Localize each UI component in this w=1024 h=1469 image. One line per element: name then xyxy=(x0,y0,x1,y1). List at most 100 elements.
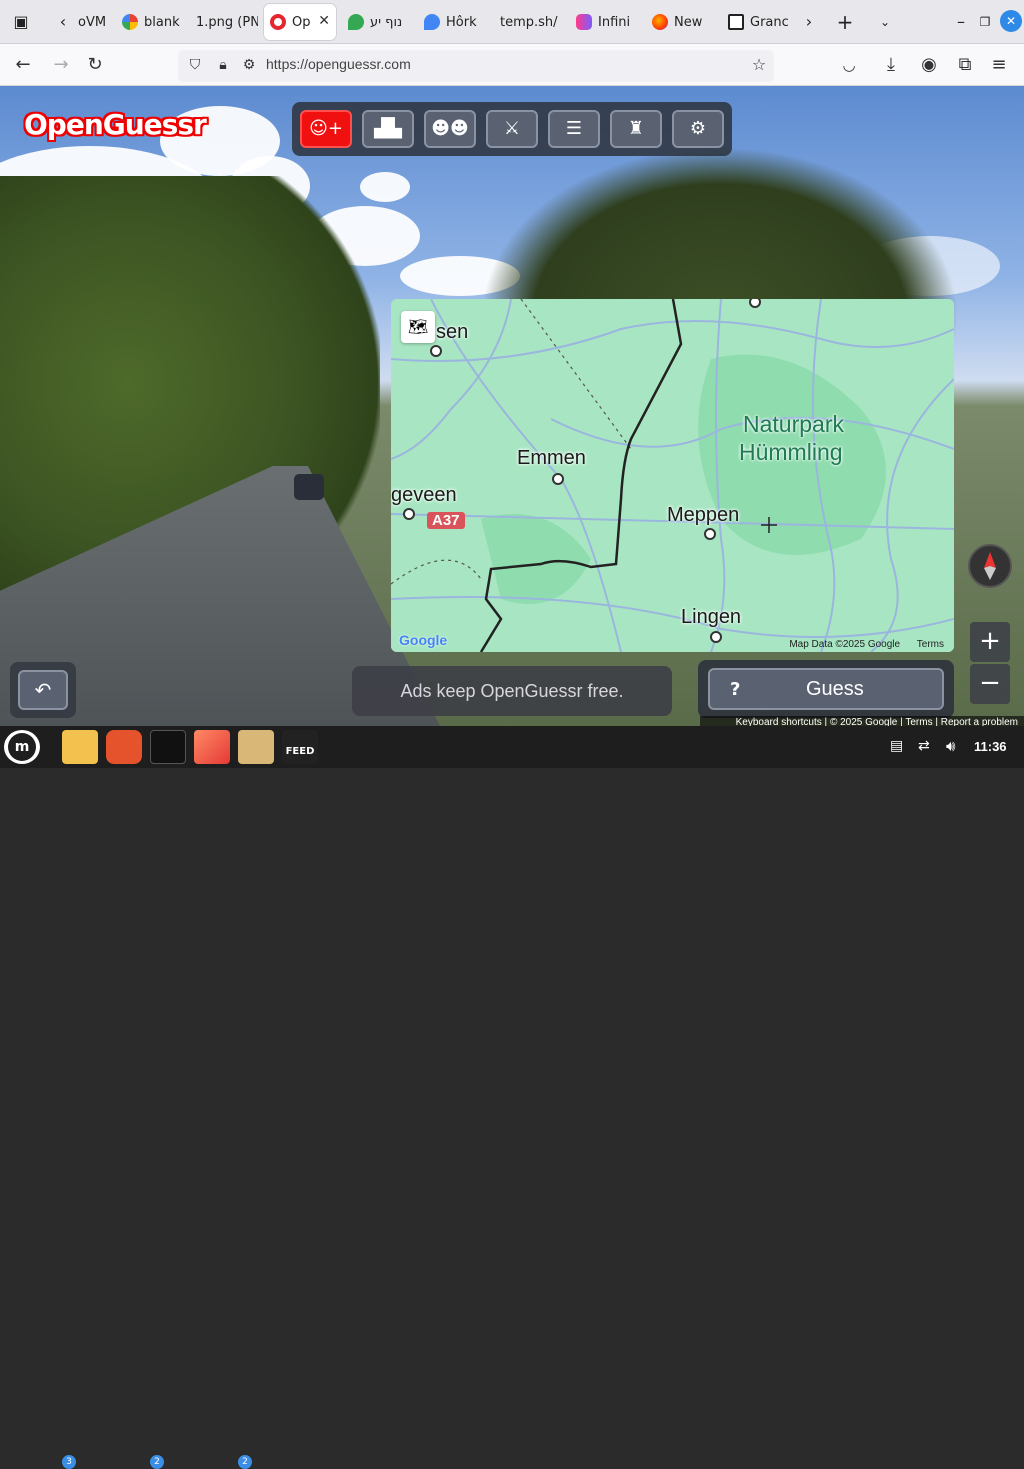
undo-arrow-icon: ↶ xyxy=(34,678,52,702)
map-label-huemmling: Hümmling xyxy=(739,439,843,465)
infinity-icon xyxy=(576,14,592,30)
settings-button[interactable]: ⚙ xyxy=(672,110,724,148)
close-tab-icon[interactable]: ✕ xyxy=(318,13,330,29)
map-label-sen: sen xyxy=(436,321,469,343)
permissions-icon[interactable]: ⚙ xyxy=(238,54,260,76)
map-icon: 🗺︎ xyxy=(407,317,429,336)
tab-granc[interactable]: Granc xyxy=(722,4,790,40)
tab-infini[interactable]: Infini xyxy=(570,4,644,40)
pocket-icon[interactable]: ◡ xyxy=(838,54,860,76)
feed-app-label: FEED xyxy=(285,746,315,757)
map-label-geveen: geveen xyxy=(391,484,457,506)
tab-blank[interactable]: blank xyxy=(116,4,184,40)
files-icon[interactable] xyxy=(62,730,98,764)
openguessr-logo[interactable]: OpenGuessr xyxy=(24,108,207,141)
archive-badge: 2 xyxy=(238,1455,252,1469)
tab-openguessr[interactable]: Op ✕ xyxy=(264,4,336,40)
friends-button[interactable]: ☻☻ xyxy=(424,110,476,148)
firefox-icon xyxy=(652,14,668,30)
zoom-in-button[interactable]: + xyxy=(970,622,1010,662)
tab-new[interactable]: New xyxy=(646,4,720,40)
tab-label: Infini xyxy=(598,14,631,30)
scroll-tabs-left-icon[interactable]: ‹ xyxy=(52,11,74,33)
volume-icon[interactable]: 🔊︎ xyxy=(946,737,955,755)
terminal-icon[interactable] xyxy=(150,730,186,764)
guess-label: Guess xyxy=(806,678,864,700)
add-player-button[interactable]: ☺+ xyxy=(300,110,352,148)
clock[interactable]: 11:36 xyxy=(974,739,1007,754)
image-viewer-icon[interactable] xyxy=(194,730,230,764)
forward-arrow-icon[interactable]: → xyxy=(50,54,72,76)
map-attribution: Map Data ©2025 Google Terms xyxy=(789,639,944,650)
os-taskbar: m 3 2 2 FEED ▤ ⇄ 🔊︎ xyxy=(0,726,1024,1469)
back-arrow-icon[interactable]: ← xyxy=(12,54,34,76)
street-view-panorama[interactable]: OpenGuessr ☺+ ▟▙ ☻☻ ⚔ ☰ ♜ ⚙ 🗺︎ sen Emmen… xyxy=(0,86,1024,726)
tab-label: Granc xyxy=(750,14,789,30)
map-label-meppen: Meppen xyxy=(667,504,740,526)
feed-app-icon[interactable]: FEED xyxy=(282,730,318,764)
person-plus-icon: ☺+ xyxy=(309,118,343,139)
guess-panel: ? Guess xyxy=(698,660,954,718)
start-menu-icon[interactable]: m xyxy=(4,730,40,764)
ads-notice: Ads keep OpenGuessr free. xyxy=(352,666,672,716)
close-window-icon[interactable]: ✕ xyxy=(1000,10,1022,32)
guess-map[interactable]: 🗺︎ sen Emmen geveen A37 Meppen Lingen Na… xyxy=(391,299,954,652)
leaderboard-button[interactable]: ▟▙ xyxy=(362,110,414,148)
tab-maps-1[interactable]: נוף יע xyxy=(342,4,416,40)
archive-icon[interactable] xyxy=(238,730,274,764)
return-to-start-container: ↶ xyxy=(10,662,76,718)
battle-button[interactable]: ⚔ xyxy=(486,110,538,148)
keyboard-shortcuts-link[interactable]: Keyboard shortcuts xyxy=(736,717,822,726)
tab-label: נוף יע xyxy=(370,14,403,30)
car xyxy=(294,474,324,500)
tab-ovm[interactable]: oVM xyxy=(72,4,112,40)
lock-icon[interactable]: 🔒︎ xyxy=(212,54,234,76)
museum-icon xyxy=(728,14,744,30)
profile-button[interactable]: ♜ xyxy=(610,110,662,148)
tab-label: Op xyxy=(292,14,311,30)
tab-temp[interactable]: temp.sh/ xyxy=(494,4,568,40)
map-terms-link[interactable]: Terms xyxy=(917,639,944,650)
url-text[interactable]: https://openguessr.com xyxy=(266,56,411,72)
network-icon[interactable]: ⇄ xyxy=(918,738,930,754)
google-logo: Google xyxy=(399,632,447,648)
clipboard-icon[interactable]: ▤ xyxy=(890,738,903,754)
group-icon: ☻☻ xyxy=(431,118,469,139)
files-badge: 3 xyxy=(62,1455,76,1469)
guess-help-icon[interactable]: ? xyxy=(730,679,740,700)
zoom-out-button[interactable]: − xyxy=(970,664,1010,704)
bookmark-star-icon[interactable]: ☆ xyxy=(748,54,770,76)
minimize-icon[interactable]: – xyxy=(950,11,972,33)
menu-icon[interactable]: ≡ xyxy=(988,54,1010,76)
firefox-taskbar-icon[interactable] xyxy=(106,730,142,764)
shield-icon[interactable]: ⛉ xyxy=(184,54,206,76)
map-toggle-button[interactable]: 🗺︎ xyxy=(401,311,435,343)
layers-icon: ☰ xyxy=(565,118,583,139)
map-label-lingen: Lingen xyxy=(681,606,742,628)
map-footer: Keyboard shortcuts | © 2025 Google | Ter… xyxy=(700,716,1024,726)
map-layers-button[interactable]: ☰ xyxy=(548,110,600,148)
reload-icon[interactable]: ↻ xyxy=(84,54,106,76)
footer-terms-link[interactable]: Terms xyxy=(905,717,932,726)
list-tabs-icon[interactable]: ⌄ xyxy=(874,11,896,33)
return-to-start-button[interactable]: ↶ xyxy=(18,670,68,710)
account-icon[interactable]: ◉ xyxy=(918,54,940,76)
game-toolbar: ☺+ ▟▙ ☻☻ ⚔ ☰ ♜ ⚙ xyxy=(292,102,732,156)
tab-image[interactable]: 1.png (PN xyxy=(190,4,258,40)
tab-maps-2[interactable]: Hôrk xyxy=(418,4,492,40)
guess-button[interactable]: ? Guess xyxy=(708,668,944,710)
scroll-tabs-right-icon[interactable]: › xyxy=(798,11,820,33)
map-roads xyxy=(391,299,954,652)
maximize-icon[interactable]: ❐ xyxy=(974,11,996,33)
tab-label: New xyxy=(674,14,703,30)
report-problem-link[interactable]: Report a problem xyxy=(941,717,1018,726)
tab-overview-icon[interactable]: ▣ xyxy=(10,11,32,33)
download-icon[interactable]: ⤓ xyxy=(880,54,902,76)
compass-icon[interactable] xyxy=(968,544,1012,588)
map-label-emmen: Emmen xyxy=(517,447,586,469)
tab-label: oVM xyxy=(78,14,107,30)
new-tab-icon[interactable]: + xyxy=(834,11,856,33)
extensions-icon[interactable]: ⧉ xyxy=(954,54,976,76)
maps-pin-icon xyxy=(348,14,364,30)
podium-icon: ▟▙ xyxy=(374,118,402,139)
